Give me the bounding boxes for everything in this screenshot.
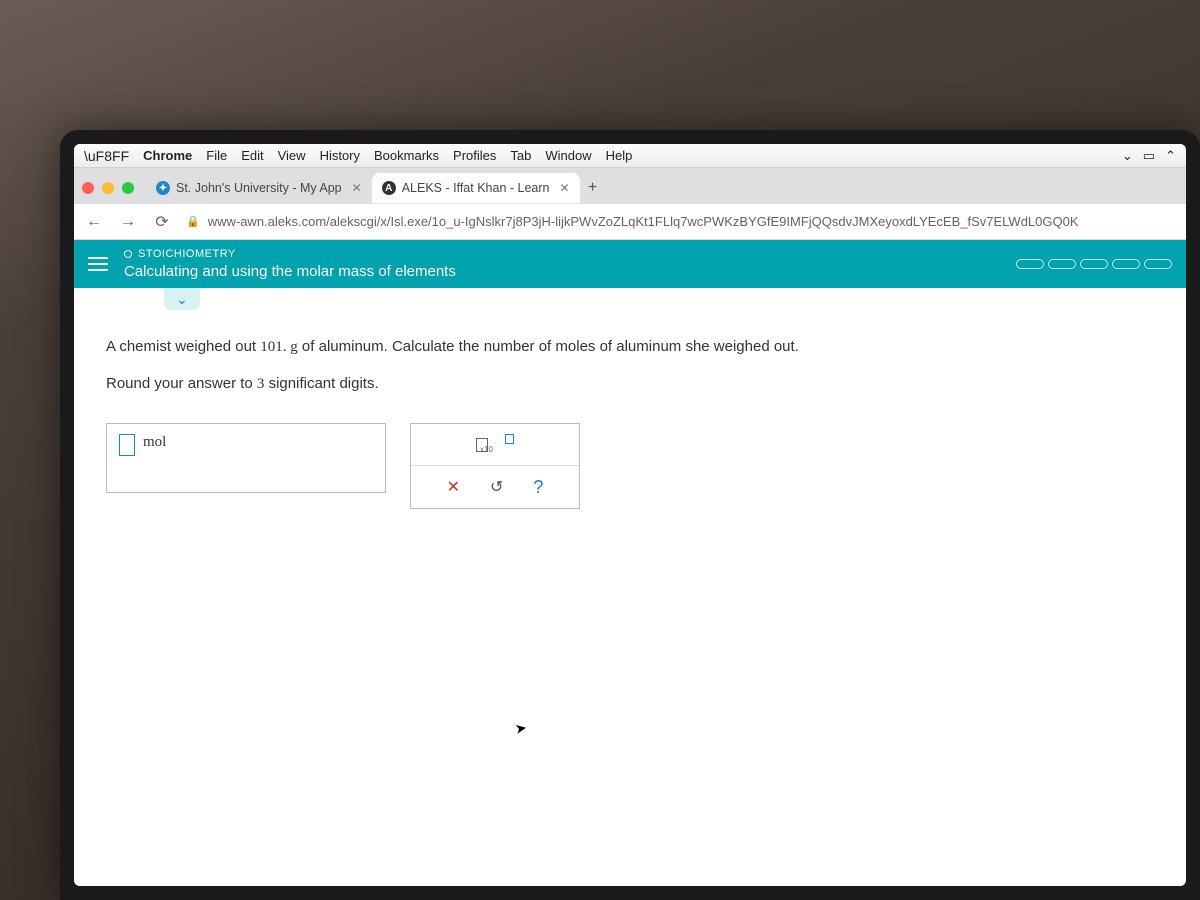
progress-segment: [1112, 259, 1140, 269]
tab-aleks[interactable]: A ALEKS - Iffat Khan - Learn ✕: [372, 173, 580, 203]
expand-toggle-button[interactable]: ⌄: [164, 288, 200, 310]
topic-category: STOICHIOMETRY: [124, 248, 456, 260]
status-app-icon[interactable]: ⌄: [1122, 148, 1133, 164]
category-dot-icon: [124, 250, 132, 258]
tool-palette: x10 ✕ ↺ ?: [410, 423, 580, 509]
progress-segment: [1016, 259, 1044, 269]
toolbar: ← → ⟳ 🔒 www-awn.aleks.com/alekscgi/x/Isl…: [74, 204, 1186, 240]
answer-unit: mol: [143, 434, 166, 451]
favicon-stjohns-icon: ✦: [156, 181, 170, 195]
new-tab-button[interactable]: +: [580, 175, 606, 201]
question-area: A chemist weighed out 101. g of aluminum…: [74, 310, 1186, 533]
menu-view[interactable]: View: [278, 148, 306, 163]
scientific-notation-button[interactable]: x10: [476, 438, 514, 452]
progress-segment: [1144, 259, 1172, 269]
maximize-window-button[interactable]: [122, 182, 134, 194]
menu-help[interactable]: Help: [606, 148, 633, 163]
minimize-window-button[interactable]: [102, 182, 114, 194]
tab-strip: ✦ St. John's University - My App ✕ A ALE…: [74, 168, 1186, 204]
progress-segment: [1080, 259, 1108, 269]
help-button[interactable]: ?: [533, 477, 543, 498]
apple-menu-icon[interactable]: \uF8FF: [84, 148, 129, 164]
close-tab-icon[interactable]: ✕: [559, 181, 569, 195]
status-battery-icon[interactable]: ▭: [1143, 148, 1155, 164]
progress-indicator: [1016, 259, 1172, 269]
hamburger-menu-icon[interactable]: [88, 257, 108, 271]
app-name[interactable]: Chrome: [143, 148, 192, 163]
back-button[interactable]: ←: [84, 213, 104, 231]
menu-window[interactable]: Window: [545, 148, 591, 163]
menu-profiles[interactable]: Profiles: [453, 148, 496, 163]
url-text: www-awn.aleks.com/alekscgi/x/Isl.exe/1o_…: [208, 214, 1079, 229]
browser-chrome: ✦ St. John's University - My App ✕ A ALE…: [74, 168, 1186, 240]
tab-stjohns[interactable]: ✦ St. John's University - My App ✕: [146, 173, 372, 203]
lock-icon: 🔒: [186, 215, 200, 228]
menu-edit[interactable]: Edit: [241, 148, 263, 163]
mac-menu-bar: \uF8FF Chrome File Edit View History Boo…: [74, 144, 1186, 168]
menu-tab[interactable]: Tab: [510, 148, 531, 163]
menu-history[interactable]: History: [320, 148, 360, 163]
page-content: STOICHIOMETRY Calculating and using the …: [74, 240, 1186, 886]
topic-header: STOICHIOMETRY Calculating and using the …: [74, 240, 1186, 288]
undo-button[interactable]: ↺: [490, 477, 503, 497]
exponent-box-icon: [505, 434, 514, 444]
menu-bookmarks[interactable]: Bookmarks: [374, 148, 439, 163]
topic-title: Calculating and using the molar mass of …: [124, 263, 456, 280]
window-controls: [82, 182, 134, 194]
progress-segment: [1048, 259, 1076, 269]
tab-label: ALEKS - Iffat Khan - Learn: [402, 181, 550, 195]
answer-input[interactable]: [119, 434, 135, 456]
answer-box: mol: [106, 423, 386, 493]
reload-button[interactable]: ⟳: [152, 212, 172, 232]
forward-button[interactable]: →: [118, 213, 138, 231]
x10-label: x10: [480, 445, 493, 454]
favicon-aleks-icon: A: [382, 181, 396, 195]
question-line-1: A chemist weighed out 101. g of aluminum…: [106, 334, 1154, 361]
question-line-2: Round your answer to 3 significant digit…: [106, 371, 1154, 398]
mouse-cursor-icon: ➤: [514, 719, 529, 738]
close-window-button[interactable]: [82, 182, 94, 194]
address-bar[interactable]: 🔒 www-awn.aleks.com/alekscgi/x/Isl.exe/1…: [186, 214, 1176, 229]
menu-file[interactable]: File: [206, 148, 227, 163]
status-wifi-icon[interactable]: ⌃: [1165, 148, 1176, 164]
close-tab-icon[interactable]: ✕: [352, 181, 362, 195]
clear-button[interactable]: ✕: [447, 477, 460, 497]
tab-label: St. John's University - My App: [176, 181, 342, 195]
